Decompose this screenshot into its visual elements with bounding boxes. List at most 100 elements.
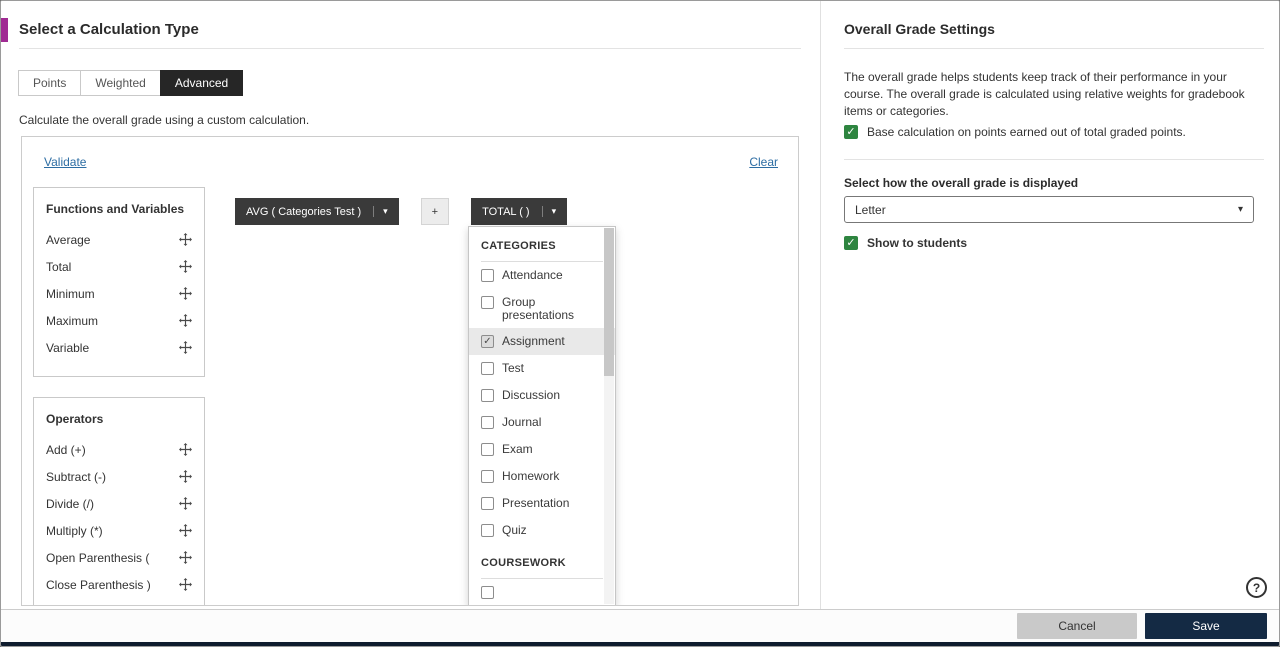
settings-title: Overall Grade Settings (844, 21, 995, 37)
tab-calculation-type[interactable]: Points (18, 70, 82, 96)
validate-link[interactable]: Validate (44, 155, 86, 169)
dropdown-section-items: ✓ (469, 579, 615, 605)
formula-chip[interactable]: TOTAL ( ) ▾ (471, 198, 568, 225)
category-option[interactable]: ✓ Assignment (469, 328, 615, 355)
function-item[interactable]: Maximum (46, 307, 192, 334)
scrollbar-thumb[interactable] (604, 228, 614, 376)
operator-item-label: Divide (/) (46, 496, 95, 511)
checkbox-icon[interactable]: ✓ (481, 470, 494, 483)
category-option[interactable]: ✓ Group presentations (469, 289, 615, 328)
function-item-label: Minimum (46, 286, 95, 301)
formula-chip-label: TOTAL ( ) (482, 205, 530, 218)
scrollbar-track[interactable] (604, 228, 614, 604)
divider (844, 48, 1264, 49)
grade-display-select[interactable]: Letter ▾ (844, 196, 1254, 223)
formula-chip[interactable]: + ▾ (420, 198, 450, 225)
operator-item[interactable]: Open Parenthesis ( (46, 544, 192, 571)
category-option[interactable]: ✓ Exam (469, 436, 615, 463)
category-option[interactable]: ✓ Quiz (469, 517, 615, 544)
function-item[interactable]: Minimum (46, 280, 192, 307)
operator-item-label: Open Parenthesis ( (46, 550, 150, 565)
show-to-students-checkbox-row[interactable]: ✓ Show to students (844, 236, 967, 250)
category-option[interactable]: ✓ Attendance (469, 262, 615, 289)
move-icon[interactable] (179, 551, 192, 564)
checkbox-icon[interactable]: ✓ (481, 497, 494, 510)
accent-bar (1, 18, 8, 42)
cancel-button[interactable]: Cancel (1017, 613, 1137, 639)
move-icon[interactable] (179, 287, 192, 300)
grade-display-value: Letter (855, 202, 886, 217)
tab-calculation-type[interactable]: Weighted (80, 70, 161, 96)
function-item[interactable]: Total (46, 253, 192, 280)
checkbox-icon[interactable]: ✓ (481, 416, 494, 429)
functions-panel: Functions and Variables Average Total Mi… (33, 187, 205, 377)
divider (19, 48, 801, 49)
category-option-label: Group presentations (502, 295, 575, 322)
operator-item[interactable]: Divide (/) (46, 490, 192, 517)
functions-panel-title: Functions and Variables (46, 202, 185, 216)
clear-link[interactable]: Clear (749, 155, 778, 169)
category-option[interactable]: ✓ Journal (469, 409, 615, 436)
operator-item[interactable]: Add (+) (46, 436, 192, 463)
checkbox-icon[interactable]: ✓ (844, 236, 858, 250)
checkbox-icon[interactable]: ✓ (481, 524, 494, 537)
checkbox-icon[interactable]: ✓ (481, 443, 494, 456)
move-icon[interactable] (179, 524, 192, 537)
base-points-checkbox-label: Base calculation on points earned out of… (867, 125, 1186, 139)
function-item-label: Average (46, 232, 91, 247)
category-option-label: Journal (502, 415, 542, 429)
dropdown-section-header: CATEGORIES (481, 227, 603, 262)
category-option[interactable]: ✓ Discussion (469, 382, 615, 409)
move-icon[interactable] (179, 341, 192, 354)
display-mode-label: Select how the overall grade is displaye… (844, 176, 1079, 190)
chevron-down-icon: ▾ (541, 206, 556, 217)
footer-bar: Cancel Save (1, 609, 1279, 642)
move-icon[interactable] (179, 260, 192, 273)
divider (844, 159, 1264, 160)
settings-description: The overall grade helps students keep tr… (844, 70, 1245, 118)
operator-item[interactable]: Multiply (*) (46, 517, 192, 544)
checkbox-icon[interactable]: ✓ (481, 586, 494, 599)
formula-chip-label: + (431, 205, 439, 218)
category-option-label: Quiz (502, 523, 527, 537)
checkbox-icon[interactable]: ✓ (481, 362, 494, 375)
checkbox-icon[interactable]: ✓ (481, 389, 494, 402)
checkbox-icon[interactable]: ✓ (481, 296, 494, 309)
move-icon[interactable] (179, 233, 192, 246)
function-item[interactable]: Average (46, 226, 192, 253)
formula-canvas: AVG ( Categories Test ) ▾ + ▾ TOTAL ( ) … (235, 198, 568, 225)
base-points-checkbox-row[interactable]: ✓ Base calculation on points earned out … (844, 125, 1268, 139)
gradebook-calculation-panel: Select a Calculation Type Points Weighted… (0, 0, 1280, 647)
checkbox-icon[interactable]: ✓ (481, 335, 494, 348)
formula-chip-label: AVG ( Categories Test ) (246, 205, 362, 218)
save-button[interactable]: Save (1145, 613, 1267, 639)
operator-item[interactable]: Close Parenthesis ) (46, 571, 192, 598)
operator-item-label: Subtract (-) (46, 469, 107, 484)
function-item-label: Variable (46, 340, 90, 355)
move-icon[interactable] (179, 470, 192, 483)
move-icon[interactable] (179, 443, 192, 456)
operator-item[interactable]: Subtract (-) (46, 463, 192, 490)
category-option[interactable]: ✓ Homework (469, 463, 615, 490)
category-option[interactable]: ✓ Test (469, 355, 615, 382)
functions-list: Average Total Minimum Maximum Variable (46, 226, 192, 361)
dropdown-section-header: COURSEWORK (481, 544, 603, 579)
overall-grade-settings-panel: Overall Grade Settings The overall grade… (822, 1, 1279, 609)
formula-chip[interactable]: AVG ( Categories Test ) ▾ (235, 198, 399, 225)
move-icon[interactable] (179, 578, 192, 591)
checkbox-icon[interactable]: ✓ (481, 269, 494, 282)
page-title: Select a Calculation Type (19, 21, 199, 38)
operator-item-label: Add (+) (46, 442, 86, 457)
category-option-label: Attendance (502, 268, 563, 282)
move-icon[interactable] (179, 497, 192, 510)
tab-calculation-type[interactable]: Advanced (159, 70, 244, 96)
checkbox-icon[interactable]: ✓ (844, 125, 858, 139)
function-item[interactable]: Variable (46, 334, 192, 361)
operator-item-label: Multiply (*) (46, 523, 103, 538)
category-option-label: Presentation (502, 496, 570, 510)
category-option[interactable]: ✓ (469, 579, 615, 605)
help-button[interactable]: ? (1246, 577, 1267, 598)
operators-panel-title: Operators (46, 412, 104, 426)
move-icon[interactable] (179, 314, 192, 327)
category-option[interactable]: ✓ Presentation (469, 490, 615, 517)
